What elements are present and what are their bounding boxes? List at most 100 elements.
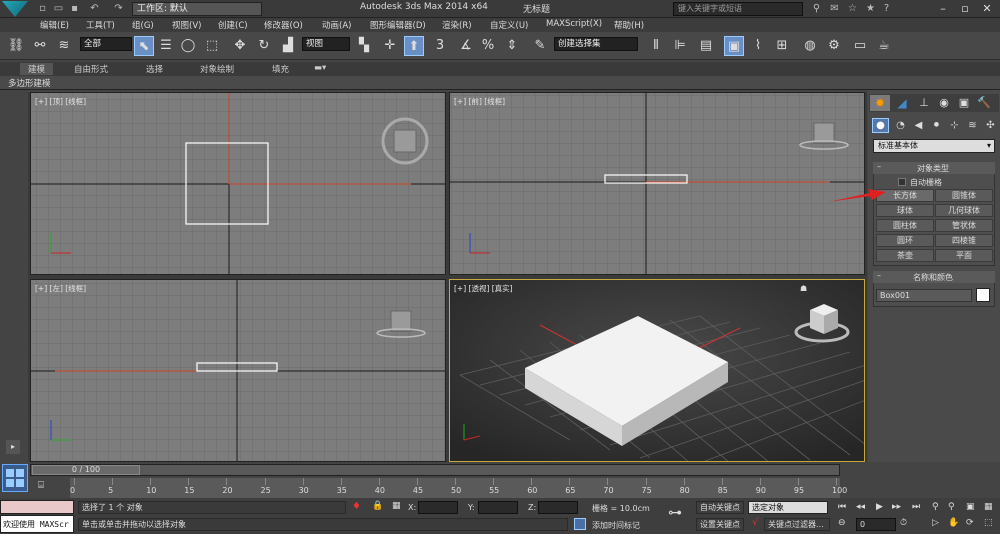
keyboard-shortcut-override-icon[interactable]: ⬆: [404, 36, 424, 56]
workspace-dropdown[interactable]: 工作区: 默认: [132, 2, 262, 16]
object-type-header[interactable]: – 对象类型: [873, 162, 995, 174]
next-frame-icon[interactable]: ▸▸: [892, 502, 901, 512]
close-button[interactable]: ✕: [976, 0, 998, 18]
percent-snap-icon[interactable]: %: [478, 36, 498, 56]
pyramid-button[interactable]: 四棱锥: [935, 234, 993, 247]
viewport-top-label[interactable]: [+] [顶] [线框]: [35, 96, 86, 107]
align-icon[interactable]: ⊫: [670, 36, 690, 56]
menu-animation[interactable]: 动画(A): [322, 19, 351, 31]
viewport-left-label[interactable]: [+] [左] [线框]: [35, 283, 86, 294]
maxscript-listener-top[interactable]: [0, 500, 74, 514]
graphite-tools-icon[interactable]: ▣: [724, 36, 744, 56]
y-coordinate-field[interactable]: [478, 501, 518, 514]
time-config-icon[interactable]: ⏱: [900, 518, 907, 528]
select-object-icon[interactable]: ⬉: [134, 36, 154, 56]
curve-editor-icon[interactable]: ⌇: [748, 36, 768, 56]
maximize-button[interactable]: ▫: [954, 0, 976, 18]
time-tag-icon[interactable]: [574, 518, 586, 530]
display-tab-icon[interactable]: ▣: [954, 95, 974, 111]
geosphere-button[interactable]: 几何球体: [935, 204, 993, 217]
material-editor-icon[interactable]: ◍: [800, 36, 820, 56]
app-logo-icon[interactable]: [2, 1, 28, 17]
track-bar-toggle-icon[interactable]: ⌸: [30, 480, 52, 494]
open-file-icon[interactable]: ▭: [52, 2, 65, 15]
spinner-snap-icon[interactable]: ⇕: [502, 36, 522, 56]
spacewarps-icon[interactable]: ≋: [964, 118, 981, 133]
mirror-icon[interactable]: ⫴: [646, 36, 666, 56]
save-icon[interactable]: ▪: [68, 2, 81, 15]
key-mode-icon[interactable]: ⊖: [838, 518, 846, 528]
tab-object-paint[interactable]: 对象绘制: [200, 63, 234, 75]
mini-listener-icon[interactable]: [2, 464, 28, 492]
layer-manager-icon[interactable]: ▤: [696, 36, 716, 56]
time-slider[interactable]: [30, 464, 840, 476]
viewport-left[interactable]: [+] [左] [线框]: [30, 279, 446, 462]
zoom-extents-all-icon[interactable]: ▦: [984, 502, 993, 512]
name-color-header[interactable]: – 名称和颜色: [873, 271, 995, 283]
redo-icon[interactable]: ↷: [112, 2, 125, 15]
selection-filter-dropdown[interactable]: 全部: [80, 37, 132, 51]
viewport-perspective[interactable]: [+] [透视] [真实] ☗: [449, 279, 865, 462]
zoom-icon[interactable]: ⚲: [932, 502, 939, 512]
zoom-all-icon[interactable]: ⚲: [948, 502, 955, 512]
systems-icon[interactable]: ✣: [982, 118, 999, 133]
viewport-top[interactable]: [+] [顶] [线框]: [30, 92, 446, 275]
autogrid-checkbox[interactable]: [898, 178, 906, 186]
z-coordinate-field[interactable]: [538, 501, 578, 514]
pan-icon[interactable]: ✋: [948, 518, 959, 528]
cameras-icon[interactable]: ⚫: [928, 118, 945, 133]
menu-views[interactable]: 视图(V): [172, 19, 201, 31]
selection-region-icon[interactable]: ◯: [178, 36, 198, 56]
viewport-perspective-label[interactable]: [+] [透视] [真实]: [454, 283, 513, 294]
hierarchy-tab-icon[interactable]: ⊥: [914, 95, 934, 111]
tab-selection[interactable]: 选择: [146, 63, 163, 75]
time-slider-handle[interactable]: 0 / 100: [32, 465, 140, 475]
viewport-front[interactable]: [+] [前] [线框]: [449, 92, 865, 275]
object-name-field[interactable]: Box001: [876, 289, 972, 302]
menu-create[interactable]: 创建(C): [218, 19, 248, 31]
cylinder-button[interactable]: 圆柱体: [876, 219, 934, 232]
tab-freeform[interactable]: 自由形式: [74, 63, 108, 75]
ribbon-options-icon[interactable]: ▬▾: [314, 63, 326, 73]
reference-coordinate-dropdown[interactable]: 视图: [302, 37, 350, 51]
rotate-icon[interactable]: ↻: [254, 36, 274, 56]
isolate-selection-icon[interactable]: ♦: [352, 501, 361, 512]
favorites-icon[interactable]: ★: [864, 2, 877, 15]
minimize-button[interactable]: –: [932, 0, 954, 18]
menu-graph-editors[interactable]: 图形编辑器(D): [370, 19, 426, 31]
named-selection-dropdown[interactable]: 创建选择集: [554, 37, 638, 51]
orbit-icon[interactable]: ⟳: [966, 518, 974, 528]
modify-tab-icon[interactable]: ◢: [892, 95, 912, 111]
link-icon[interactable]: ⛓: [6, 36, 26, 56]
select-by-name-icon[interactable]: ☰: [156, 36, 176, 56]
help-icon[interactable]: ?: [880, 2, 893, 15]
teapot-button[interactable]: 茶壶: [876, 249, 934, 262]
polygon-modeling-panel[interactable]: 多边形建模: [8, 77, 51, 89]
scale-icon[interactable]: ▟: [278, 36, 298, 56]
move-icon[interactable]: ✥: [230, 36, 250, 56]
new-file-icon[interactable]: ▫: [36, 2, 49, 15]
tube-button[interactable]: 管状体: [935, 219, 993, 232]
menu-maxscript[interactable]: MAXScript(X): [546, 19, 602, 29]
search-input[interactable]: 键入关键字或短语: [673, 2, 803, 16]
menu-group[interactable]: 组(G): [132, 19, 154, 31]
unlink-icon[interactable]: ⚯: [30, 36, 50, 56]
rendered-frame-icon[interactable]: ▭: [850, 36, 870, 56]
menu-modifiers[interactable]: 修改器(O): [264, 19, 303, 31]
motion-tab-icon[interactable]: ◉: [934, 95, 954, 111]
helpers-icon[interactable]: ⊹: [946, 118, 963, 133]
menu-customize[interactable]: 自定义(U): [490, 19, 528, 31]
key-mode-dropdown[interactable]: 选定对象: [748, 501, 828, 514]
select-manipulate-icon[interactable]: ✛: [380, 36, 400, 56]
play-icon[interactable]: ▶: [876, 502, 883, 512]
pivot-center-icon[interactable]: ▚: [354, 36, 374, 56]
create-tab-icon[interactable]: ✸: [870, 95, 890, 111]
schematic-view-icon[interactable]: ⊞: [772, 36, 792, 56]
utilities-tab-icon[interactable]: 🔨: [974, 95, 994, 111]
x-coordinate-field[interactable]: [418, 501, 458, 514]
menu-help[interactable]: 帮助(H): [614, 19, 644, 31]
window-crossing-icon[interactable]: ⬚: [202, 36, 222, 56]
search-icon[interactable]: ⚲: [810, 2, 823, 15]
maximize-viewport-icon[interactable]: ⬚: [984, 518, 993, 528]
render-setup-icon[interactable]: ⚙: [824, 36, 844, 56]
